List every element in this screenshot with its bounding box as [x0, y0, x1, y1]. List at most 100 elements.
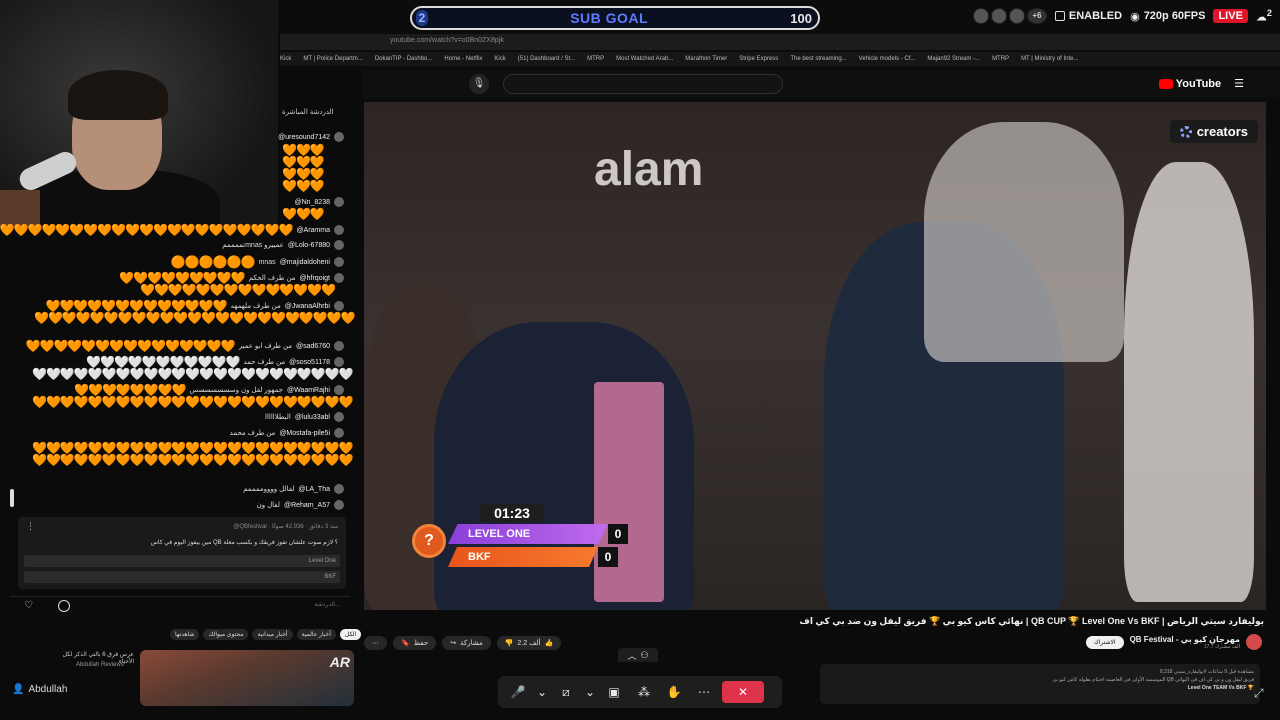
filter-chip[interactable]: أخبار عالمية [296, 629, 336, 640]
chat-user[interactable]: @Mostafa-pile5i [279, 430, 330, 437]
poll-option[interactable]: Level One [309, 558, 336, 564]
stream-status: +6 ENABLED ◉ 720p 60FPS LIVE ☁2 [972, 8, 1272, 24]
like-icon[interactable]: 👍 [544, 639, 553, 647]
heart-emojis: 🟠🟠🟠🟠🟠🟠 [170, 255, 256, 269]
heart-emojis: 🧡🧡🧡 [282, 207, 325, 221]
heart-icon[interactable]: ♡ [24, 600, 36, 612]
voice-search-icon[interactable]: 🎙 [469, 74, 489, 94]
chevron-down-icon[interactable]: ⌄ [536, 681, 548, 703]
call-toolbar: 🎤 ⌄ ⧄ ⌄ ▣ ⁂ ✋ ⋯ ✕ [498, 676, 782, 708]
raise-hand-icon[interactable]: ✋ [662, 681, 686, 703]
save-button[interactable]: 🔖 حفظ [393, 636, 437, 650]
bookmark-item[interactable]: Majan92 Stream -... [927, 56, 980, 62]
subscribe-button[interactable]: الاشتراك [1085, 635, 1124, 649]
chat-user[interactable]: @soso51178 [289, 359, 330, 366]
bookmark-item[interactable]: Vehicle models - Cf... [859, 56, 916, 62]
chat-user[interactable]: @JwanaAlhrbi [285, 303, 330, 310]
filter-chip[interactable]: أخبار ميدانية [252, 629, 293, 640]
chat-text: جمهور لفل ون وسسسسسسس [189, 387, 283, 394]
chat-message: @Nn_8238 [294, 197, 344, 207]
poll-option-bar[interactable] [24, 571, 340, 583]
video-description[interactable]: 8,318 مشاهدة قبل 9 ساعات #بوليفارد_سيتي … [820, 664, 1260, 704]
poll-option[interactable]: BKF [324, 574, 336, 580]
chat-message: البطلاااااا @lulu33abl [265, 412, 344, 422]
crowd-figure [1124, 162, 1254, 602]
search-input[interactable] [503, 74, 783, 94]
more-options-icon[interactable]: ⋯ [692, 681, 716, 703]
dislike-icon[interactable]: 👎 [505, 639, 514, 647]
chat-user[interactable]: @sad6760 [296, 343, 330, 350]
chat-user[interactable]: @Aramma [296, 227, 330, 234]
fullscreen-icon[interactable]: ⤢ [1254, 686, 1268, 700]
recommended-thumbnail[interactable]: AR [140, 650, 354, 706]
avatar [334, 500, 344, 510]
avatar [334, 412, 344, 422]
chat-user[interactable]: @hfrqoigt [300, 275, 330, 282]
chat-input[interactable]: ♡ الدردشة... [10, 596, 350, 614]
description-more: Level One TEAM Vs BKF 🏆 [1187, 685, 1254, 691]
chat-user[interactable]: @Lolo-67880 [288, 242, 330, 249]
browser-address-bar[interactable]: youtube.com/watch?v=o0Bn0ZX8pjk [280, 34, 1280, 50]
channel-avatar[interactable] [1246, 634, 1262, 650]
chat-user[interactable]: @Nn_8238 [294, 199, 330, 206]
poll-menu-icon[interactable]: ⋮ [26, 521, 35, 532]
chevron-up-icon[interactable]: ︿ [627, 649, 636, 662]
bookmark-item[interactable]: The best streaming... [790, 56, 846, 62]
end-call-button[interactable]: ✕ [722, 681, 764, 703]
chat-text: تمممممmnas عمييرو [222, 242, 284, 249]
bookmark-item[interactable]: Stripe Express [739, 56, 778, 62]
enabled-label: ENABLED [1068, 10, 1123, 22]
chat-header[interactable]: الدردشة المباشرة [282, 108, 334, 116]
people-icon[interactable]: ⚇ [640, 650, 648, 661]
chevron-down-icon[interactable]: ⌄ [584, 681, 596, 703]
bookmark-item[interactable]: MT | Ministry of Inte... [1021, 56, 1078, 62]
filter-chip[interactable]: شاهدتها [170, 629, 200, 640]
chat-scrollbar[interactable] [10, 489, 14, 507]
emoji-icon[interactable] [58, 600, 70, 612]
youtube-logo[interactable]: YouTube ☰ [1158, 77, 1244, 90]
bookmark-item[interactable]: MT | Police Departm... [303, 56, 362, 62]
video-player[interactable]: alam creators 01:23 ? LEVEL ONE 0 BKF 0 [364, 102, 1266, 610]
bookmark-item[interactable]: MTRP [992, 56, 1009, 62]
bookmark-item[interactable]: Home - Netflix [444, 56, 482, 62]
more-button[interactable]: ⋯ [364, 636, 387, 650]
poll-option-bar[interactable] [24, 555, 340, 567]
bookmark-item[interactable]: (51) Dashboard / St... [518, 56, 575, 62]
bookmark-item[interactable]: DokanTIP - Dashbo... [375, 56, 433, 62]
chat-user[interactable]: @LA_Tha [298, 486, 330, 493]
avatar [334, 428, 344, 438]
chat-user[interactable]: @lulu33abl [295, 414, 330, 421]
bookmark-item[interactable]: Marathon Timer [685, 56, 727, 62]
bookmark-item[interactable]: Kick [280, 56, 291, 62]
camera-off-icon[interactable]: ⧄ [554, 681, 578, 703]
recommended-channel[interactable]: Abdullah Reviews [76, 662, 124, 668]
filter-chip[interactable]: الكل [339, 629, 362, 640]
channel-name[interactable]: QB Festival - مهرجان كيو بي [1130, 635, 1240, 644]
notification-icon[interactable]: ☁2 [1256, 8, 1272, 24]
mic-icon[interactable]: 🎤 [506, 681, 530, 703]
chat-text: من طرف ملهمهه [230, 303, 281, 310]
chat-user[interactable]: @Reham_A57 [284, 502, 330, 509]
share-button[interactable]: ↪ مشاركة [442, 636, 491, 650]
team1-name: LEVEL ONE [448, 524, 608, 544]
avatar [334, 301, 344, 311]
poll-meta: @QBfestival · منذ 3 دقائق · 42,936 صوتًا [233, 524, 338, 530]
url-text[interactable]: youtube.com/watch?v=o0Bn0ZX8pjk [390, 37, 504, 44]
sub-goal-max: 100 [790, 10, 812, 26]
dock-expand[interactable]: ︿ ⚇ [618, 648, 658, 662]
youtube-header: 🎙 YouTube ☰ [363, 70, 1280, 98]
chat-user[interactable]: @uresound7142 [278, 134, 330, 141]
viewer-avatar [1008, 8, 1025, 24]
bookmark-item[interactable]: Kick [494, 56, 505, 62]
chat-message: 🟠🟠🟠🟠🟠🟠 mnas @majidaldoheni [171, 256, 344, 268]
chat-user[interactable]: @WaamRajhi [287, 387, 330, 394]
bookmark-item[interactable]: Most Watched Arab... [616, 56, 673, 62]
chat-user[interactable]: @majidaldoheni [280, 259, 330, 266]
menu-icon[interactable]: ☰ [1234, 77, 1244, 90]
apps-icon[interactable]: ⁂ [632, 681, 656, 703]
screen-share-icon[interactable]: ▣ [602, 681, 626, 703]
like-dislike-button[interactable]: 👎 2.2 ألف 👍 [496, 636, 562, 650]
avatar [334, 225, 344, 235]
filter-chip[interactable]: محتوى ميوالك [203, 629, 249, 640]
bookmark-item[interactable]: MTRP [587, 56, 604, 62]
